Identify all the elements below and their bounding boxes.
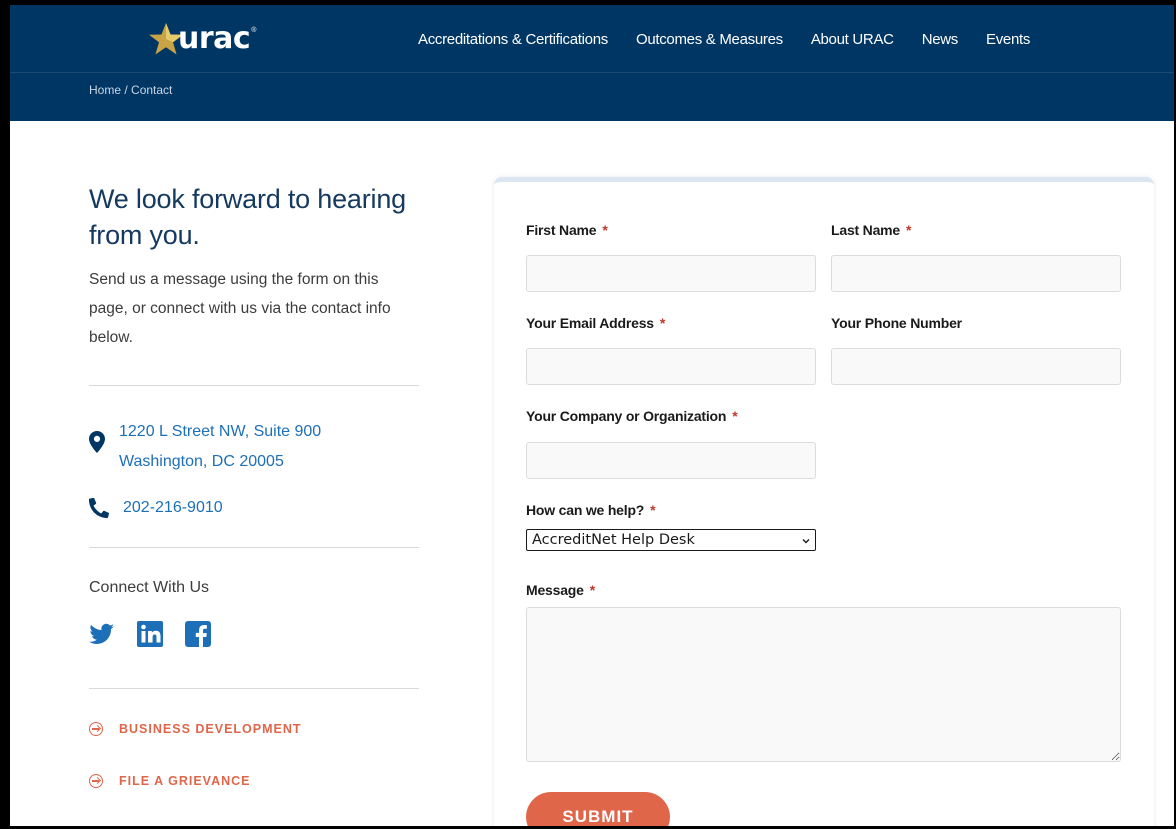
address-line-1: 1220 L Street NW, Suite 900 [119,423,322,440]
phone-field[interactable] [831,348,1121,385]
help-label: How can we help? * [526,502,656,518]
nav-accreditations[interactable]: Accreditations & Certifications [418,31,608,48]
social-links [89,621,233,647]
company-field[interactable] [526,442,816,479]
help-topic-select[interactable]: AccreditNet Help Desk [526,529,816,551]
browser-viewport: urac ® Accreditations & Certifications O… [10,5,1174,826]
breadcrumb-home[interactable]: Home [89,83,121,97]
company-label: Your Company or Organization * [526,408,738,424]
main-nav: Accreditations & Certifications Outcomes… [418,5,1030,73]
label-text: Last Name [831,222,901,238]
label-text: Your Company or Organization [526,408,727,424]
contact-form: First Name * Last Name * Your Email Addres… [494,177,1154,826]
label-text: Message [526,582,584,598]
label-text: Your Email Address [526,315,654,331]
logo-wordmark: urac [178,21,251,56]
nav-events[interactable]: Events [986,31,1030,48]
phone-link[interactable]: 202-216-9010 [123,499,223,517]
urac-logo-link[interactable]: urac ® [148,21,256,57]
intro-block: We look forward to hearing from you. Sen… [89,181,419,352]
first-name-label: First Name * [526,222,608,238]
twitter-icon[interactable] [89,621,115,647]
label-text: First Name [526,222,597,238]
map-pin-icon [89,431,105,453]
last-name-label: Last Name * [831,222,911,238]
submit-button[interactable]: SUBMIT [526,792,670,826]
nav-row: urac ® Accreditations & Certifications O… [10,5,1174,73]
required-mark: * [906,222,912,238]
breadcrumb-current: Contact [131,83,173,97]
nav-outcomes[interactable]: Outcomes & Measures [636,31,783,48]
breadcrumb-separator: / [121,83,132,97]
address-link[interactable]: 1220 L Street NW, Suite 900 Washington, … [119,417,321,477]
breadcrumb: Home / Contact [89,83,172,97]
chevron-down-icon [802,539,810,544]
email-field[interactable] [526,348,816,385]
label-text: How can we help? [526,502,645,518]
file-grievance-link[interactable]: FILE A GRIEVANCE [89,774,251,788]
cta-label: FILE A GRIEVANCE [119,774,251,788]
message-label: Message * [526,582,595,598]
phone-label: Your Phone Number [831,315,962,331]
required-mark: * [732,408,738,424]
divider [89,547,419,548]
required-mark: * [650,502,656,518]
required-mark: * [602,222,608,238]
nav-about[interactable]: About URAC [811,31,894,48]
required-mark: * [659,315,666,331]
divider [89,688,419,689]
address-block: 1220 L Street NW, Suite 900 Washington, … [89,417,321,477]
arrow-circle-icon [89,722,103,736]
intro-text: Send us a message using the form on this… [89,271,391,346]
cta-label: BUSINESS DEVELOPMENT [119,722,302,736]
help-topic-value: AccreditNet Help Desk [532,532,695,548]
label-text: Your Phone Number [831,315,962,331]
last-name-field[interactable] [831,255,1121,292]
facebook-icon[interactable] [185,621,211,647]
message-field[interactable] [526,607,1121,762]
logo-registered-mark: ® [251,27,257,34]
nav-news[interactable]: News [922,31,959,48]
page-headline: We look forward to hearing from you. [89,184,406,250]
address-line-2: Washington, DC 20005 [119,453,284,470]
phone-block: 202-216-9010 [89,498,223,518]
business-development-link[interactable]: BUSINESS DEVELOPMENT [89,722,302,736]
phone-icon [89,498,109,518]
required-mark: * [589,582,595,598]
first-name-field[interactable] [526,255,816,292]
divider [89,385,419,386]
linkedin-icon[interactable] [137,621,163,647]
arrow-circle-icon [89,774,103,788]
email-label: Your Email Address * [526,315,665,331]
connect-label: Connect With Us [89,579,210,596]
site-header: urac ® Accreditations & Certifications O… [10,5,1174,121]
